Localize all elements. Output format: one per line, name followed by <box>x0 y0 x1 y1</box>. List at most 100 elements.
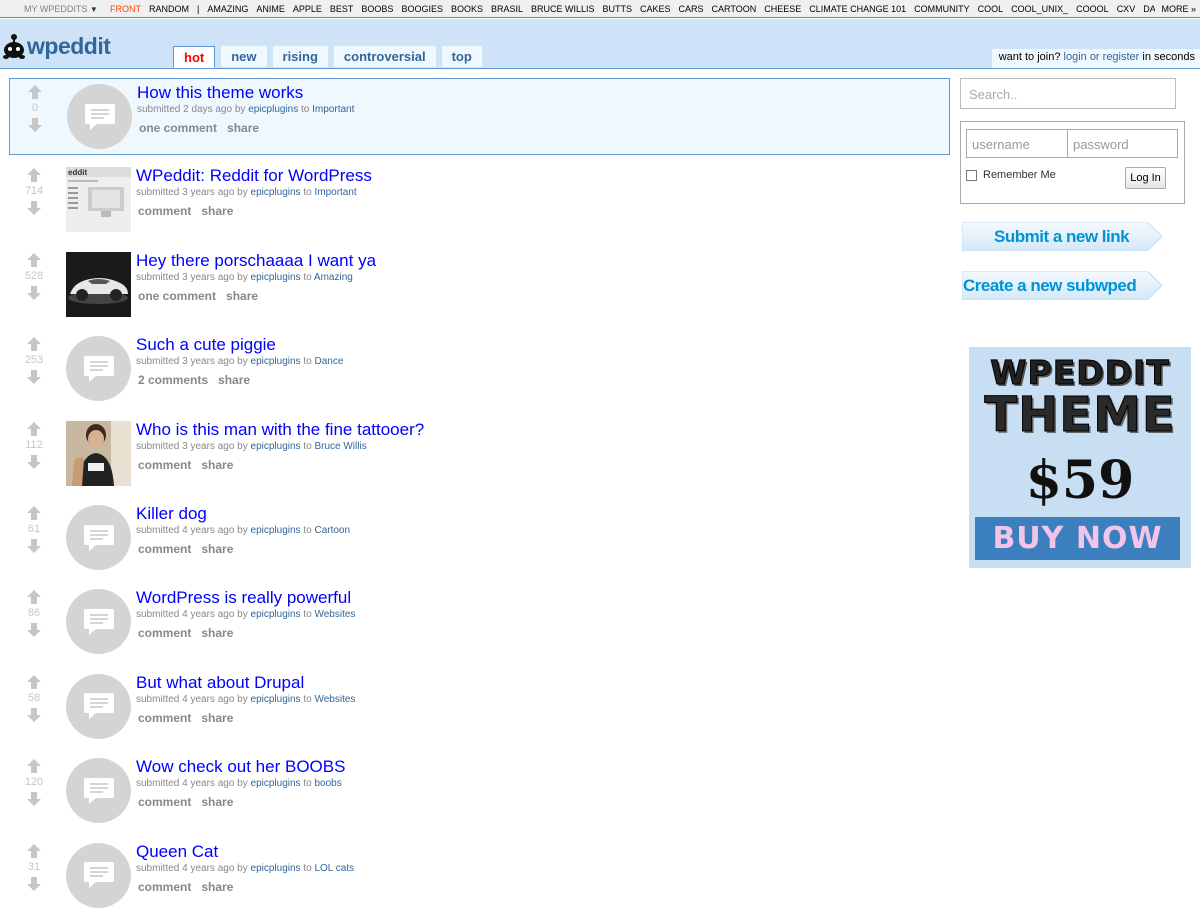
my-subreddits-dropdown[interactable]: MY WPEDDITS ▼ <box>24 4 98 14</box>
default-thumbnail-icon[interactable] <box>67 84 132 149</box>
comments-link[interactable]: one comment <box>139 121 217 135</box>
site-logo[interactable]: wpeddit <box>2 29 111 63</box>
author-link[interactable]: epicplugins <box>251 272 301 283</box>
default-thumbnail-icon[interactable] <box>66 336 131 402</box>
subreddit-link[interactable]: COOOL <box>1076 4 1109 14</box>
downvote-arrow-icon[interactable] <box>24 876 44 892</box>
author-link[interactable]: epicplugins <box>251 187 301 198</box>
default-thumbnail-icon[interactable] <box>66 758 131 824</box>
post-title-link[interactable]: WPeddit: Reddit for WordPress <box>136 165 950 187</box>
post-title-link[interactable]: Queen Cat <box>136 841 950 863</box>
post-title-link[interactable]: But what about Drupal <box>136 672 950 694</box>
advertisement-banner[interactable]: WPEDDIT THEME $59 BUY NOW <box>969 347 1191 568</box>
create-subwped-button[interactable]: Create a new subwped <box>962 271 1162 300</box>
subreddit-link[interactable]: Important <box>312 104 354 115</box>
upvote-arrow-icon[interactable] <box>24 252 44 268</box>
downvote-arrow-icon[interactable] <box>24 791 44 807</box>
downvote-arrow-icon[interactable] <box>24 622 44 638</box>
username-field[interactable]: username <box>966 129 1068 158</box>
subreddit-link[interactable]: BUTTS <box>603 4 633 14</box>
comments-link[interactable]: comment <box>138 458 191 472</box>
subreddit-link[interactable]: Important <box>314 187 356 198</box>
share-link[interactable]: share <box>201 458 233 472</box>
post-title-link[interactable]: Such a cute piggie <box>136 334 950 356</box>
subreddit-link[interactable]: BOOBS <box>361 4 393 14</box>
upvote-arrow-icon[interactable] <box>24 167 44 183</box>
comments-link[interactable]: 2 comments <box>138 373 208 387</box>
tab-new[interactable]: new <box>221 46 267 67</box>
subreddit-link[interactable]: BRUCE WILLIS <box>531 4 595 14</box>
login-register-link[interactable]: login or register <box>1064 51 1140 63</box>
subreddit-link[interactable]: Websites <box>314 694 355 705</box>
upvote-arrow-icon[interactable] <box>24 336 44 352</box>
post-title-link[interactable]: How this theme works <box>137 82 949 104</box>
upvote-arrow-icon[interactable] <box>24 843 44 859</box>
author-link[interactable]: epicplugins <box>251 863 301 874</box>
subreddit-link[interactable]: LOL cats <box>314 863 354 874</box>
subreddit-link[interactable]: BRASIL <box>491 4 523 14</box>
downvote-arrow-icon[interactable] <box>24 200 44 216</box>
subreddit-link[interactable]: Amazing <box>314 272 353 283</box>
upvote-arrow-icon[interactable] <box>24 505 44 521</box>
subreddit-link[interactable]: CHEESE <box>764 4 801 14</box>
subreddit-link[interactable]: BEST <box>330 4 354 14</box>
downvote-arrow-icon[interactable] <box>24 369 44 385</box>
upvote-arrow-icon[interactable] <box>24 421 44 437</box>
subreddit-link[interactable]: CARTOON <box>712 4 757 14</box>
comments-link[interactable]: comment <box>138 204 191 218</box>
subreddit-link[interactable]: CLIMATE CHANGE 101 <box>809 4 906 14</box>
subreddit-link[interactable]: Bruce Willis <box>314 441 366 452</box>
post-title-link[interactable]: Who is this man with the fine tattooer? <box>136 419 950 441</box>
subreddit-link[interactable]: AMAZING <box>207 4 248 14</box>
upvote-arrow-icon[interactable] <box>24 758 44 774</box>
subreddit-link[interactable]: Websites <box>314 609 355 620</box>
subreddit-link[interactable]: CXV <box>1117 4 1136 14</box>
submit-link-button[interactable]: Submit a new link <box>962 222 1162 251</box>
subreddit-link[interactable]: COOL <box>978 4 1004 14</box>
subreddit-link[interactable]: boobs <box>314 778 341 789</box>
subreddit-link[interactable]: Cartoon <box>314 525 350 536</box>
upvote-arrow-icon[interactable] <box>24 589 44 605</box>
more-subreddits-link[interactable]: MORE » <box>1155 0 1200 17</box>
author-link[interactable]: epicplugins <box>251 694 301 705</box>
ad-buy-now-button[interactable]: BUY NOW <box>975 517 1180 560</box>
search-input[interactable]: Search.. <box>960 78 1176 109</box>
post-thumbnail[interactable]: eddit <box>66 167 131 233</box>
post-title-link[interactable]: Hey there porschaaaa I want ya <box>136 250 950 272</box>
subreddit-link[interactable]: FRONT <box>110 4 141 14</box>
downvote-arrow-icon[interactable] <box>25 117 45 133</box>
comments-link[interactable]: comment <box>138 542 191 556</box>
comments-link[interactable]: comment <box>138 795 191 809</box>
default-thumbnail-icon[interactable] <box>66 589 131 655</box>
subreddit-link[interactable]: APPLE <box>293 4 322 14</box>
author-link[interactable]: epicplugins <box>251 778 301 789</box>
author-link[interactable]: epicplugins <box>248 104 298 115</box>
post-title-link[interactable]: Wow check out her BOOBS <box>136 756 950 778</box>
share-link[interactable]: share <box>201 626 233 640</box>
share-link[interactable]: share <box>201 542 233 556</box>
default-thumbnail-icon[interactable] <box>66 673 131 739</box>
remember-me[interactable]: Remember Me <box>966 169 1056 181</box>
share-link[interactable]: share <box>201 204 233 218</box>
downvote-arrow-icon[interactable] <box>24 707 44 723</box>
post-title-link[interactable]: WordPress is really powerful <box>136 587 950 609</box>
subreddit-link[interactable]: CARS <box>679 4 704 14</box>
share-link[interactable]: share <box>201 880 233 894</box>
subreddit-link[interactable]: RANDOM <box>149 4 189 14</box>
post-title-link[interactable]: Killer dog <box>136 503 950 525</box>
tab-hot[interactable]: hot <box>173 46 216 68</box>
post-thumbnail[interactable] <box>66 251 131 317</box>
comments-link[interactable]: comment <box>138 626 191 640</box>
share-link[interactable]: share <box>226 289 258 303</box>
tab-top[interactable]: top <box>441 46 482 67</box>
tab-controversial[interactable]: controversial <box>333 46 436 67</box>
default-thumbnail-icon[interactable] <box>66 505 131 570</box>
author-link[interactable]: epicplugins <box>251 441 301 452</box>
share-link[interactable]: share <box>227 121 259 135</box>
downvote-arrow-icon[interactable] <box>24 454 44 470</box>
share-link[interactable]: share <box>201 795 233 809</box>
author-link[interactable]: epicplugins <box>251 356 301 367</box>
upvote-arrow-icon[interactable] <box>25 84 45 100</box>
comments-link[interactable]: one comment <box>138 289 216 303</box>
share-link[interactable]: share <box>218 373 250 387</box>
